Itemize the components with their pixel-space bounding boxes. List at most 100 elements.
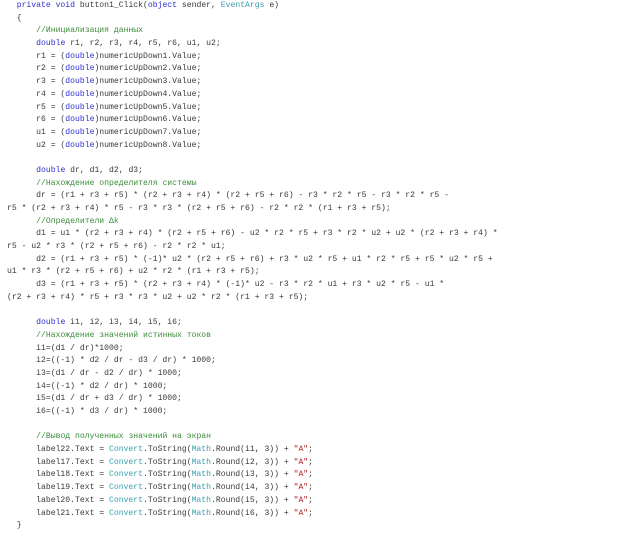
- code-line[interactable]: r3 = (double)numericUpDown3.Value;: [7, 76, 498, 89]
- code-text: ;: [308, 495, 314, 505]
- code-text: {: [7, 13, 22, 23]
- code-line[interactable]: d3 = (r1 + r3 + r5) * (r2 + r3 + r4) * (…: [7, 279, 498, 292]
- code-line[interactable]: i5=(d1 / dr + d3 / dr) * 1000;: [7, 393, 498, 406]
- code-line[interactable]: double dr, d1, d2, d3;: [7, 165, 498, 178]
- code-text: .ToString(: [143, 483, 192, 493]
- code-line[interactable]: i3=(d1 / dr - d2 / dr) * 1000;: [7, 368, 498, 381]
- code-line[interactable]: i4=((-1) * d2 / dr) * 1000;: [7, 381, 498, 394]
- type-token: Math: [191, 495, 212, 505]
- code-text: i1=(d1 / dr)*1000;: [7, 343, 124, 353]
- code-text: )numericUpDown7.Value;: [94, 127, 202, 137]
- code-text: .Round(i5, 3)) +: [211, 495, 294, 505]
- code-text: (r2 + r3 + r4) * r5 + r3 * r3 * u2 + u2 …: [7, 292, 309, 302]
- type-token: Convert: [109, 445, 143, 455]
- code-line[interactable]: //Инициализация данных: [7, 25, 498, 38]
- code-line[interactable]: r6 = (double)numericUpDown6.Value;: [7, 114, 498, 127]
- type-token: Math: [191, 457, 212, 467]
- code-text: sender,: [177, 1, 221, 10]
- code-text: )numericUpDown6.Value;: [94, 115, 202, 125]
- code-text: .ToString(: [143, 508, 192, 518]
- code-text: i4=((-1) * d2 / dr) * 1000;: [7, 381, 168, 391]
- keyword-token: double: [65, 115, 95, 125]
- code-text: ;: [308, 445, 314, 455]
- code-line[interactable]: label17.Text = Convert.ToString(Math.Rou…: [7, 457, 498, 470]
- type-token: Convert: [109, 508, 143, 518]
- code-line[interactable]: }: [7, 520, 498, 533]
- code-line[interactable]: private void button1_Click(object sender…: [7, 0, 498, 13]
- keyword-token: double: [65, 77, 95, 87]
- code-line[interactable]: u1 * r3 * (r2 + r5 + r6) + u2 * r2 * (r1…: [7, 266, 498, 279]
- code-text: r5 * (r2 + r3 + r4) * r5 - r3 * r3 * (r2…: [7, 204, 391, 213]
- code-text: r6 = (: [7, 115, 66, 125]
- type-token: Convert: [109, 457, 143, 467]
- code-line[interactable]: d2 = (r1 + r3 + r5) * (-1)* u2 * (r2 + r…: [7, 254, 498, 267]
- code-line[interactable]: u1 = (double)numericUpDown7.Value;: [7, 127, 498, 140]
- code-line[interactable]: label21.Text = Convert.ToString(Math.Rou…: [7, 508, 498, 521]
- code-line[interactable]: r5 * (r2 + r3 + r4) * r5 - r3 * r3 * (r2…: [7, 203, 498, 216]
- code-line[interactable]: r5 - u2 * r3 * (r2 + r5 + r6) - r2 * r2 …: [7, 241, 498, 254]
- code-text: dr, d1, d2, d3;: [65, 165, 144, 175]
- code-line[interactable]: d1 = u1 * (r2 + r3 + r4) * (r2 + r5 + r6…: [7, 228, 497, 241]
- code-editor[interactable]: private void button1_Click(object sender…: [7, 0, 498, 533]
- code-text: label20.Text =: [7, 495, 109, 505]
- code-line[interactable]: r1 = (double)numericUpDown1.Value;: [7, 51, 498, 64]
- type-token: Convert: [109, 495, 143, 505]
- code-text: r2 = (: [7, 64, 66, 74]
- code-line[interactable]: [7, 419, 498, 432]
- code-text: i3=(d1 / dr - d2 / dr) * 1000;: [7, 368, 182, 378]
- code-text: button1_Click(: [75, 1, 148, 10]
- code-text: u2 = (: [7, 140, 66, 150]
- code-text: r5 = (: [7, 102, 66, 112]
- code-line[interactable]: u2 = (double)numericUpDown8.Value;: [7, 140, 498, 153]
- code-text: r1 = (: [7, 51, 66, 61]
- keyword-token: double: [65, 64, 95, 74]
- code-line[interactable]: //Нахождение значений истинных токов: [7, 330, 498, 343]
- code-text: .Round(i6, 3)) +: [211, 508, 294, 518]
- keyword-token: double: [36, 165, 66, 175]
- code-line[interactable]: //Вывод полученных значений на экран: [7, 431, 498, 444]
- code-line[interactable]: double i1, i2, i3, i4, i5, i6;: [7, 317, 498, 330]
- code-text: .ToString(: [143, 457, 192, 467]
- code-text: .ToString(: [143, 470, 192, 480]
- code-line[interactable]: //Нахождение определителя системы: [7, 178, 498, 191]
- code-text: i1, i2, i3, i4, i5, i6;: [65, 318, 182, 328]
- type-token: Convert: [109, 483, 143, 493]
- code-line[interactable]: [7, 152, 498, 165]
- string-token: "A": [293, 495, 309, 505]
- string-token: "A": [293, 483, 309, 493]
- code-line[interactable]: i6=((-1) * d3 / dr) * 1000;: [7, 406, 498, 419]
- comment-token: //Нахождение определителя системы: [36, 178, 197, 188]
- code-line[interactable]: {: [7, 13, 498, 26]
- code-line[interactable]: i1=(d1 / dr)*1000;: [7, 343, 498, 356]
- comment-token: //Инициализация данных: [36, 26, 144, 36]
- code-line[interactable]: label19.Text = Convert.ToString(Math.Rou…: [7, 482, 498, 495]
- keyword-token: void: [55, 1, 76, 10]
- code-line[interactable]: i2=((-1) * d2 / dr - d3 / dr) * 1000;: [7, 355, 498, 368]
- type-token: EventArgs: [220, 1, 265, 10]
- code-text: r5 - u2 * r3 * (r2 + r5 + r6) - r2 * r2 …: [7, 242, 226, 252]
- code-text: i2=((-1) * d2 / dr - d3 / dr) * 1000;: [7, 356, 216, 366]
- code-line[interactable]: r2 = (double)numericUpDown2.Value;: [7, 63, 498, 76]
- code-line[interactable]: label20.Text = Convert.ToString(Math.Rou…: [7, 495, 498, 508]
- keyword-token: double: [65, 102, 95, 112]
- code-text: r3 = (: [7, 77, 66, 87]
- keyword-token: double: [65, 51, 95, 61]
- code-text: )numericUpDown8.Value;: [94, 140, 202, 150]
- code-line[interactable]: [7, 305, 498, 318]
- code-line[interactable]: r4 = (double)numericUpDown4.Value;: [7, 89, 498, 102]
- code-line[interactable]: (r2 + r3 + r4) * r5 + r3 * r3 * u2 + u2 …: [7, 292, 498, 305]
- code-line[interactable]: label22.Text = Convert.ToString(Math.Rou…: [7, 444, 498, 457]
- code-text: label22.Text =: [7, 445, 109, 455]
- code-line[interactable]: label18.Text = Convert.ToString(Math.Rou…: [7, 469, 498, 482]
- code-line[interactable]: //Определители Δk: [7, 216, 498, 229]
- keyword-token: double: [65, 127, 95, 137]
- code-text: u1 = (: [7, 127, 66, 137]
- code-line[interactable]: r5 = (double)numericUpDown5.Value;: [7, 102, 498, 115]
- code-line[interactable]: dr = (r1 + r3 + r5) * (r2 + r3 + r4) * (…: [7, 190, 498, 203]
- code-text: .ToString(: [143, 495, 192, 505]
- code-line[interactable]: double r1, r2, r3, r4, r5, r6, u1, u2;: [7, 38, 498, 51]
